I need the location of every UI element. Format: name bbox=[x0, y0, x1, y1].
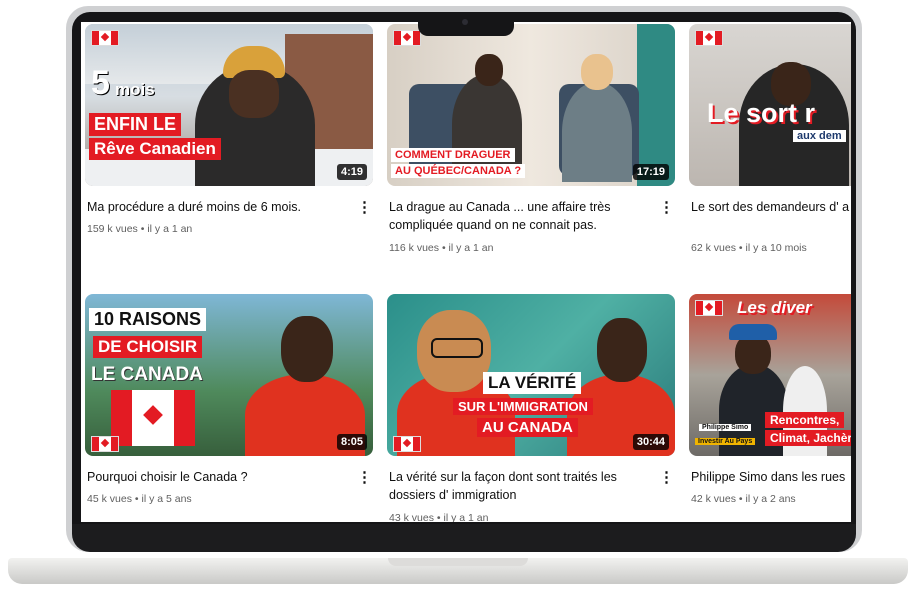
video-card[interactable]: 5 mois ENFIN LE Rêve Canadien 4:19 Ma pr… bbox=[85, 24, 373, 264]
video-grid-screen: 5 mois ENFIN LE Rêve Canadien 4:19 Ma pr… bbox=[81, 22, 851, 522]
thumb-text: Investir Au Pays bbox=[695, 438, 756, 445]
view-count: 43 k vues bbox=[389, 512, 434, 522]
video-card[interactable]: COMMENT DRAGUER AU QUÉBEC/CANADA ? 17:19… bbox=[387, 24, 675, 264]
video-thumbnail[interactable]: Le sort r aux dem bbox=[689, 24, 851, 186]
video-title[interactable]: La drague au Canada ... une affaire très… bbox=[389, 198, 645, 234]
more-options-icon[interactable]: ⋮ bbox=[357, 198, 372, 218]
video-meta: 42 k vues • il y a 2 ans bbox=[691, 493, 796, 505]
canada-flag-icon bbox=[91, 30, 119, 46]
canada-flag-icon bbox=[695, 300, 723, 316]
canada-flag-icon bbox=[695, 30, 723, 46]
thumb-text: LA VÉRITÉ bbox=[483, 372, 582, 394]
thumb-text: 5 bbox=[91, 64, 110, 102]
thumb-text: ENFIN LE bbox=[89, 113, 182, 136]
thumb-text: AU CANADA bbox=[477, 418, 578, 437]
camera-notch bbox=[418, 12, 514, 36]
meta-separator: • bbox=[738, 493, 743, 505]
video-thumbnail[interactable]: 5 mois ENFIN LE Rêve Canadien 4:19 bbox=[85, 24, 373, 186]
thumb-text: Le sort r bbox=[707, 98, 816, 128]
video-meta: 159 k vues • il y a 1 an bbox=[87, 223, 192, 235]
video-title[interactable]: Philippe Simo dans les rues bbox=[691, 468, 851, 486]
canada-flag-icon bbox=[91, 436, 119, 452]
thumb-text: Rencontres, bbox=[765, 412, 845, 428]
more-options-icon[interactable]: ⋮ bbox=[659, 468, 674, 488]
video-meta: 43 k vues • il y a 1 an bbox=[389, 512, 488, 522]
video-meta: 45 k vues • il y a 5 ans bbox=[87, 493, 192, 505]
view-count: 42 k vues bbox=[691, 493, 736, 505]
upload-age: il y a 1 an bbox=[443, 512, 489, 522]
laptop-chin bbox=[72, 524, 856, 552]
thumb-text: DE CHOISIR bbox=[93, 336, 203, 358]
face bbox=[735, 334, 771, 374]
duration-badge: 17:19 bbox=[632, 164, 669, 180]
thumb-text: Rêve Canadien bbox=[89, 138, 221, 160]
canada-flag-icon bbox=[111, 390, 195, 446]
laptop-base bbox=[8, 558, 908, 584]
video-title[interactable]: Le sort des demandeurs d' a Canada ... bbox=[691, 198, 851, 216]
video-thumbnail[interactable]: COMMENT DRAGUER AU QUÉBEC/CANADA ? 17:19 bbox=[387, 24, 675, 186]
thumb-text: AU QUÉBEC/CANADA ? bbox=[391, 164, 526, 178]
upload-age: il y a 1 an bbox=[448, 242, 494, 254]
meta-separator: • bbox=[738, 242, 743, 254]
more-options-icon[interactable]: ⋮ bbox=[659, 198, 674, 218]
upload-age: il y a 1 an bbox=[147, 223, 193, 235]
duration-badge: 30:44 bbox=[632, 434, 669, 450]
thumb-text: LE CANADA bbox=[91, 364, 203, 385]
canada-flag-icon bbox=[393, 436, 421, 452]
upload-age: il y a 5 ans bbox=[141, 493, 192, 505]
more-options-icon[interactable]: ⋮ bbox=[357, 468, 372, 488]
thumb-text: SUR L'IMMIGRATION bbox=[453, 398, 593, 415]
thumb-text: 10 RAISONS bbox=[89, 308, 207, 331]
thumb-text: Les diver bbox=[737, 298, 812, 317]
thumb-text: mois bbox=[115, 80, 155, 99]
video-card[interactable]: Les diver Rencontres, Climat, Jachère Ph… bbox=[689, 294, 851, 522]
view-count: 62 k vues bbox=[691, 242, 736, 254]
camera-icon bbox=[462, 19, 468, 25]
view-count: 159 k vues bbox=[87, 223, 138, 235]
thumb-text: aux dem bbox=[793, 130, 846, 142]
video-title[interactable]: Pourquoi choisir le Canada ? bbox=[87, 468, 343, 486]
video-meta: 62 k vues • il y a 10 mois bbox=[691, 242, 807, 254]
glasses-icon bbox=[431, 338, 483, 358]
video-thumbnail[interactable]: Les diver Rencontres, Climat, Jachère Ph… bbox=[689, 294, 851, 456]
meta-separator: • bbox=[441, 242, 446, 254]
view-count: 116 k vues bbox=[389, 242, 440, 254]
face bbox=[475, 54, 503, 86]
thumb-text: COMMENT DRAGUER bbox=[391, 148, 515, 162]
view-count: 45 k vues bbox=[87, 493, 132, 505]
meta-separator: • bbox=[140, 223, 145, 235]
face bbox=[281, 316, 333, 382]
video-thumbnail[interactable]: LA VÉRITÉ SUR L'IMMIGRATION AU CANADA 30… bbox=[387, 294, 675, 456]
canada-flag-icon bbox=[393, 30, 421, 46]
face bbox=[229, 70, 279, 118]
curtain bbox=[637, 24, 675, 186]
face bbox=[597, 318, 647, 382]
thumb-text: Climat, Jachère bbox=[765, 430, 851, 446]
duration-badge: 8:05 bbox=[336, 434, 367, 450]
blue-cap bbox=[729, 324, 777, 340]
video-meta: 116 k vues • il y a 1 an bbox=[389, 242, 494, 254]
video-card[interactable]: Le sort r aux dem Le sort des demandeurs… bbox=[689, 24, 851, 264]
face bbox=[581, 54, 613, 90]
video-thumbnail[interactable]: 10 RAISONS DE CHOISIR LE CANADA 8:05 bbox=[85, 294, 373, 456]
meta-separator: • bbox=[436, 512, 441, 522]
upload-age: il y a 10 mois bbox=[745, 242, 807, 254]
video-card[interactable]: LA VÉRITÉ SUR L'IMMIGRATION AU CANADA 30… bbox=[387, 294, 675, 522]
meta-separator: • bbox=[134, 493, 139, 505]
thumb-text: Philippe Simo bbox=[699, 424, 752, 431]
woman-figure bbox=[562, 82, 632, 182]
duration-badge: 4:19 bbox=[336, 164, 367, 180]
video-card[interactable]: 10 RAISONS DE CHOISIR LE CANADA 8:05 Pou… bbox=[85, 294, 373, 522]
upload-age: il y a 2 ans bbox=[745, 493, 796, 505]
video-title[interactable]: La vérité sur la façon dont sont traités… bbox=[389, 468, 645, 504]
video-title[interactable]: Ma procédure a duré moins de 6 mois. bbox=[87, 198, 343, 216]
trackpad-notch bbox=[388, 558, 528, 566]
